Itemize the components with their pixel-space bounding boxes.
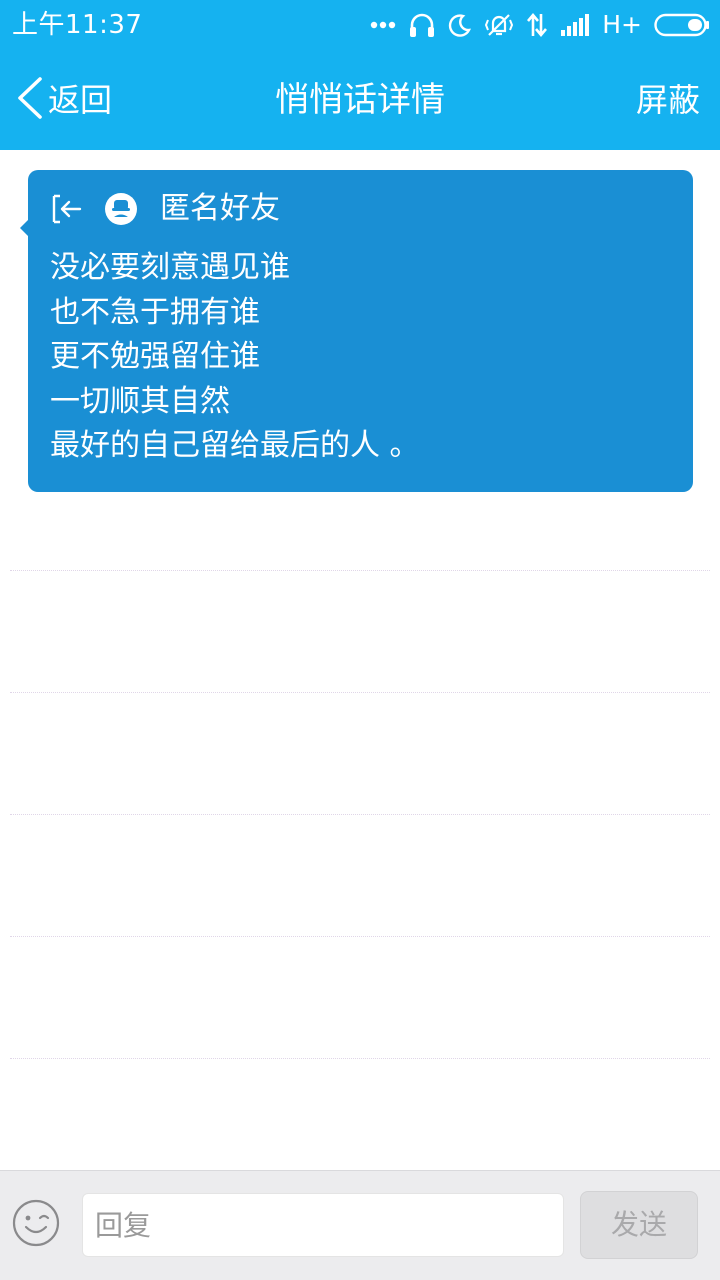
headphones-icon <box>408 12 436 38</box>
status-icons: H+ <box>370 8 710 42</box>
more-dots-icon <box>370 21 396 29</box>
moon-icon <box>448 13 472 37</box>
bubble-tail <box>20 220 28 236</box>
block-button[interactable]: 屏蔽 <box>636 76 700 124</box>
battery-icon <box>654 13 710 37</box>
message-line: 没必要刻意遇见谁 <box>50 250 290 285</box>
divider <box>10 936 710 937</box>
divider <box>10 1058 710 1059</box>
message-line: 更不勉强留住谁 <box>50 339 260 374</box>
network-type: H+ <box>602 10 642 39</box>
emoji-icon[interactable] <box>12 1199 60 1247</box>
message-header: 匿名好友 <box>50 186 280 232</box>
status-bar: 上午11:37 H+ <box>0 0 720 50</box>
sender-name: 匿名好友 <box>160 191 280 226</box>
exit-arrow-icon[interactable] <box>50 192 84 226</box>
divider <box>10 814 710 815</box>
message-area: 匿名好友 没必要刻意遇见谁 也不急于拥有谁 更不勉强留住谁 一切顺其自然 最好的… <box>0 150 720 1170</box>
anonymous-avatar-icon <box>104 192 138 226</box>
signal-icon <box>560 13 590 37</box>
page-title: 悄悄话详情 <box>275 80 445 120</box>
nav-bar: 返回 悄悄话详情 屏蔽 <box>0 50 720 150</box>
message-line: 最好的自己留给最后的人 。 <box>50 428 420 463</box>
data-arrows-icon <box>526 12 548 38</box>
screen: 上午11:37 H+ 返回 悄悄话详情 屏蔽 匿名好友 没必要刻意遇见谁 也不急… <box>0 0 720 1280</box>
send-button[interactable]: 发送 <box>580 1191 698 1259</box>
message-body: 没必要刻意遇见谁 也不急于拥有谁 更不勉强留住谁 一切顺其自然 最好的自己留给最… <box>50 246 671 469</box>
status-time: 上午11:37 <box>12 10 143 40</box>
vibrate-icon <box>484 12 514 38</box>
reply-input[interactable] <box>82 1193 564 1257</box>
divider <box>10 570 710 571</box>
divider <box>10 692 710 693</box>
whisper-message-card: 匿名好友 没必要刻意遇见谁 也不急于拥有谁 更不勉强留住谁 一切顺其自然 最好的… <box>20 170 693 492</box>
message-line: 一切顺其自然 <box>50 383 230 419</box>
reply-bar: 发送 <box>0 1170 720 1280</box>
message-line: 也不急于拥有谁 <box>50 294 260 330</box>
